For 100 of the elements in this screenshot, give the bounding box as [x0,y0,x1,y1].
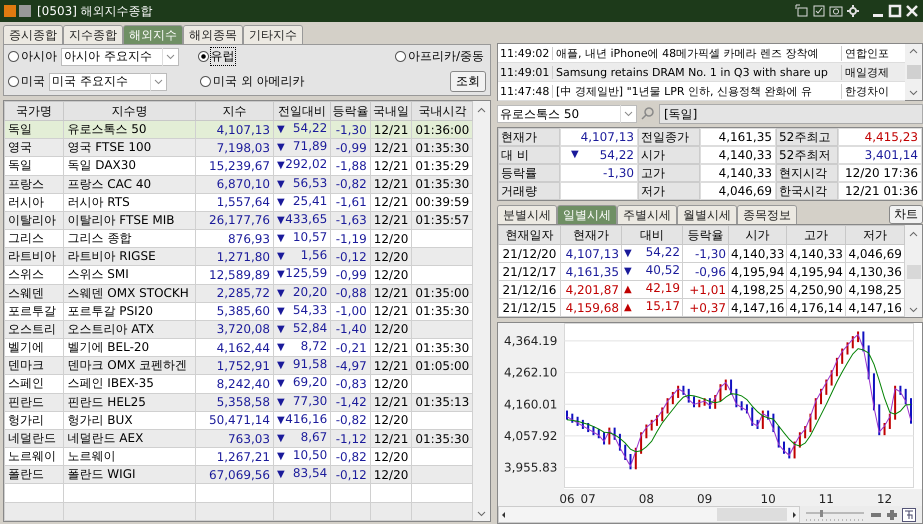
tab[interactable]: 해외지수 [123,25,183,44]
scrollbar[interactable] [905,44,922,100]
table-cell: 4,159,68 [560,298,622,316]
radio-button[interactable] [8,51,19,62]
price-bar [751,407,754,426]
radio-button[interactable] [394,51,406,62]
table-row[interactable]: 포르투갈 포르투갈 PSI20 5,385,60 ▼ 54,33 -1,00 12/21 01:35:30 [4,302,473,320]
table-row[interactable]: 독일 유로스톡스 50 4,107,13 ▼ 54,22 -1,30 12/21 01:36:00 [4,120,473,139]
column-header[interactable]: 현재일자 [498,226,560,244]
search-button[interactable]: 조회 [450,71,486,92]
news-headline[interactable]: Samsung retains DRAM No. 1 in Q3 with share up [553,66,841,78]
price-bar [857,331,860,342]
table-row[interactable]: 네덜란드 네덜란드 AEX 763,03 ▼ 8,67 -1,12 12/21 01:35:30 [4,429,473,448]
camera-icon[interactable] [829,4,843,18]
table-cell: 4,147,16 [728,298,787,316]
index-dropdown[interactable]: 미국 주요지수 [49,72,167,91]
table-row[interactable]: 영국 영국 FTSE 100 7,198,03 ▼ 71,89 -0,99 12/21 01:35:30 [4,138,473,157]
column-header[interactable]: 국내시각 [412,102,473,120]
price-bar [778,426,780,448]
radio-button[interactable] [8,76,19,88]
table-row[interactable]: 스페인 스페인 IBEX-35 8,242,40 ▼ 69,20 -0,83 12/20 [4,374,473,394]
scroll-thumb[interactable] [717,508,787,521]
table-cell: 12/21 [370,193,412,212]
column-header[interactable]: 등락율 [682,226,728,244]
tab[interactable]: 증시종합 [3,25,63,44]
tab[interactable]: 지수종합 [63,25,123,44]
scrollbar[interactable] [473,101,490,521]
column-header[interactable]: 국가명 [4,102,64,120]
column-header[interactable]: 시가 [728,226,787,244]
table-row[interactable]: 폴란드 폴란드 WIGI 67,069,56 ▼ 83,54 -0,12 12/20 [4,466,473,484]
table-row[interactable]: 이탈리아 이탈리아 FTSE MIB 26,177,76 ▼433,65 -1,63 12/21 01:35:57 [4,211,473,230]
column-header[interactable]: 고가 [786,226,846,244]
table-row[interactable]: 라트비아 라트비아 RIGSE 1,271,80 ▼ 1,56 -0,12 12/20 [4,248,473,266]
quote-value: 3,401,14 [838,146,922,164]
column-header[interactable]: 전일대비 [274,102,331,120]
news-headline[interactable]: 애플, 내년 iPhone에 48메가픽셀 카메라 렌즈 장착예 [553,46,841,60]
chart-settings-icon[interactable] [902,508,916,522]
quote-label: 대 비 [498,146,560,164]
tab[interactable]: 종목정보 [737,205,797,224]
table-row[interactable]: 덴마크 덴마크 OMX 코펜하겐 1,752,91 ▼ 91,58 -4,97 12/21 01:05:00 [4,356,473,375]
table-cell: 1,557,64 [195,193,274,212]
radio-label[interactable]: 유럽 [210,48,235,66]
tab[interactable]: 기타지수 [243,25,303,44]
table-row[interactable]: 헝가리 헝가리 BUX 50,471,14 ▼416,16 -0,82 12/20 [4,411,473,430]
column-header[interactable]: 대비 [622,226,682,244]
radio-button[interactable] [198,51,209,62]
radio-label[interactable]: 아시아 [21,48,57,66]
news-time: 11:47:48 [498,84,553,98]
plus-icon[interactable] [886,508,898,520]
price-bar [714,395,716,409]
quote-value: 4,140,33 [700,164,776,182]
column-header[interactable]: 등락율 [330,102,370,120]
table-cell: 21/12/17 [498,262,560,280]
table-cell: 2,285,72 [195,284,274,302]
column-header[interactable]: 지수 [195,102,274,120]
tab[interactable]: 분별시세 [497,205,557,224]
scroll-thumb[interactable] [906,65,920,79]
index-dropdown[interactable]: 아시아 주요지수 [61,48,179,66]
table-row[interactable]: 오스트리 오스트리아 ATX 3,720,08 ▼ 52,84 -1,40 12/20 [4,320,473,339]
table-row[interactable]: 러시아 러시아 RTS 1,557,64 ▼ 25,41 -1,61 12/21 00:39:59 [4,193,473,212]
table-row[interactable]: 스위스 스위스 SMI 12,589,89 ▼125,59 -0,99 12/20 [4,266,473,284]
scrollbar[interactable] [498,506,800,523]
radio-label[interactable]: 미국 [21,73,45,90]
radio-button[interactable] [200,76,211,88]
price-bar [634,448,637,470]
tab[interactable]: 해외종목 [183,25,243,44]
news-headline[interactable]: [中 경제일반] "1년물 LPR 인하, 신용정책 완화에 유 [553,84,841,98]
tab[interactable]: 주별시세 [617,205,677,224]
settings-icon[interactable] [846,4,860,18]
maximize-icon[interactable] [888,4,902,18]
table-cell: 러시아 RTS [64,193,196,212]
column-header[interactable]: 국내일 [370,102,412,120]
quote-value: 54,22 [600,147,634,163]
price-bar [719,384,722,402]
table-row[interactable]: 프랑스 프랑스 CAC 40 6,870,10 ▼ 56,53 -0,82 12/21 01:35:30 [4,175,473,194]
chart-button[interactable]: 차트 [889,205,923,224]
table-row[interactable]: 독일 독일 DAX30 15,239,67 ▼292,02 -1,88 12/21 01:35:29 [4,156,473,176]
radio-label[interactable]: 미국 외 아메리카 [213,73,305,90]
price-bar [746,404,748,414]
price-bar [656,415,658,426]
column-header[interactable]: 지수명 [64,102,196,120]
quote-label: 저가 [638,182,700,200]
radio-label[interactable]: 아프리카/중동 [408,48,484,66]
quote-value: 4,107,13 [560,128,638,146]
column-header[interactable]: 저가 [845,226,904,244]
scrollbar[interactable] [905,225,922,317]
table-row[interactable]: 핀란드 핀란드 HEL25 5,358,58 ▼ 77,30 -1,42 12/21 01:35:13 [4,393,473,412]
scroll-thumb[interactable] [906,265,920,279]
table-cell: -1,42 [330,393,370,412]
cell-value: 42,19 [646,281,680,295]
new-window-icon[interactable] [795,4,809,18]
price-bar [645,424,648,438]
close-icon[interactable] [905,4,919,18]
symbol-combo-box[interactable]: 유로스톡스 50 [497,105,637,123]
tab[interactable]: 일별시세 [557,205,617,224]
zoom-slider[interactable] [804,508,866,522]
checklist-icon[interactable] [812,4,826,18]
table-row[interactable]: 스웨덴 스웨덴 OMX STOCKH 2,285,72 ▼ 20,20 -0,88 12/21 01:35:00 [4,284,473,302]
column-header[interactable]: 현재가 [560,226,622,244]
tab[interactable]: 월별시세 [677,205,737,224]
